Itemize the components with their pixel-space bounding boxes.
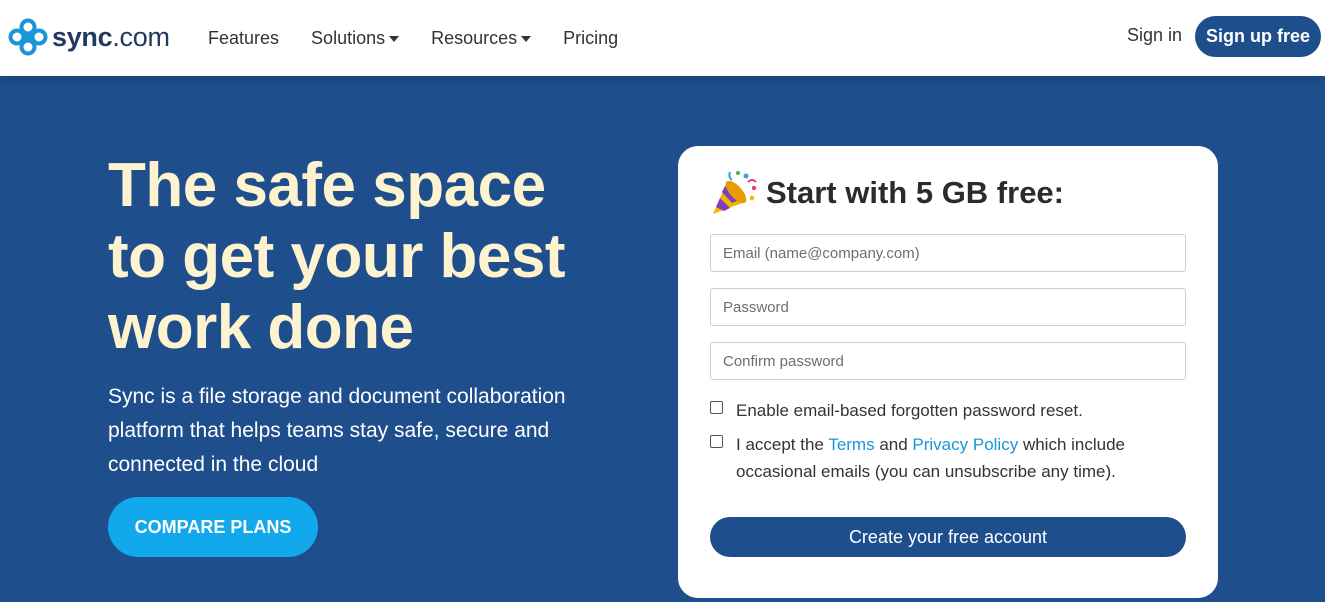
confirm-password-field[interactable] [710, 342, 1186, 380]
hero-headline: The safe space to get your best work don… [108, 150, 628, 363]
nav-solutions-dropdown[interactable]: Solutions [311, 28, 400, 49]
password-reset-label: Enable email-based forgotten password re… [736, 401, 1083, 420]
email-field[interactable] [710, 234, 1186, 272]
accept-terms-text: and [874, 435, 913, 454]
accept-terms-option: I accept the Terms and Privacy Policy wh… [710, 431, 1156, 485]
hero-description-line: Sync is a file storage and document coll… [108, 385, 566, 408]
sign-in-link[interactable]: Sign in [1127, 25, 1182, 46]
password-reset-checkbox[interactable] [710, 401, 723, 414]
signup-card-header: Start with 5 GB free: [710, 168, 1064, 218]
nav-features[interactable]: Features [208, 28, 279, 49]
hero-headline-line: to get your best [108, 222, 566, 291]
signup-card-title: Start with 5 GB free: [766, 175, 1064, 210]
hero-description-line: connected in the cloud [108, 453, 319, 476]
hero-headline-line: work done [108, 293, 414, 362]
accept-terms-text: I accept the [736, 435, 829, 454]
sign-up-button[interactable]: Sign up free [1195, 16, 1321, 57]
logo-wordmark: sync.com [52, 21, 170, 52]
accept-terms-checkbox[interactable] [710, 435, 723, 448]
nav-resources-dropdown[interactable]: Resources [431, 28, 532, 49]
compare-plans-button[interactable]: COMPARE PLANS [108, 497, 318, 557]
chevron-down-icon [389, 36, 400, 42]
terms-link[interactable]: Terms [828, 435, 874, 454]
signup-card: Start with 5 GB free: Enable email-based… [678, 146, 1218, 598]
accept-terms-label: I accept the Terms and Privacy Policy wh… [736, 431, 1156, 485]
create-account-button[interactable]: Create your free account [710, 517, 1186, 557]
main-nav: Features Solutions Resources Pricing [208, 0, 650, 76]
password-reset-option: Enable email-based forgotten password re… [710, 397, 1156, 424]
sync-logo[interactable]: sync.com [8, 18, 170, 56]
password-field[interactable] [710, 288, 1186, 326]
hero-headline-line: The safe space [108, 151, 546, 220]
hero-description: Sync is a file storage and document coll… [108, 380, 588, 482]
accept-terms-text: which include [1018, 435, 1125, 454]
accept-terms-text: occasional emails (you can unsubscribe a… [736, 462, 1116, 481]
party-popper-icon [713, 171, 757, 214]
sync-logo-icon [8, 18, 48, 56]
top-navbar: sync.com Features Solutions Resources Pr… [0, 0, 1325, 76]
privacy-policy-link[interactable]: Privacy Policy [912, 435, 1018, 454]
hero-description-line: platform that helps teams stay safe, sec… [108, 419, 550, 442]
nav-pricing[interactable]: Pricing [563, 28, 618, 49]
chevron-down-icon [521, 36, 532, 42]
